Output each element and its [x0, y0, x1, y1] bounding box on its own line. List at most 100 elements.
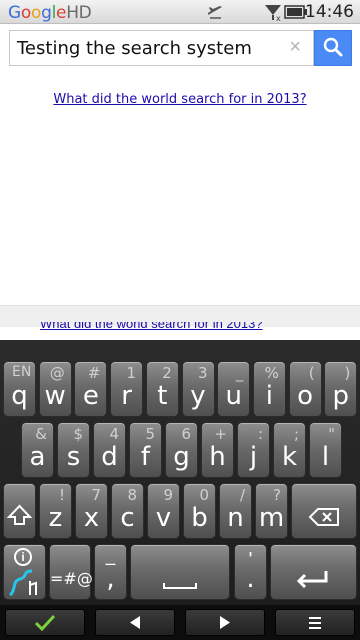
key-alt-char: 4 — [109, 425, 119, 443]
shift-key[interactable] — [3, 483, 36, 539]
key-alt-char: 2 — [162, 364, 172, 382]
key-char: f — [140, 442, 151, 472]
key-n[interactable]: / n — [219, 483, 252, 539]
language-label: EN — [12, 364, 32, 380]
key-char: x — [83, 503, 100, 533]
key-w[interactable]: @ w — [38, 361, 72, 417]
key-u[interactable]: _ u — [217, 361, 251, 417]
key-char: m — [258, 503, 285, 533]
shift-arrow-icon — [6, 504, 33, 525]
key-x[interactable]: 7x — [75, 483, 108, 539]
key-s[interactable]: $ s — [57, 422, 90, 478]
trend-link-clipped: What did the world search for in 2013? — [40, 322, 263, 330]
key-a[interactable]: & a — [21, 422, 54, 478]
done-button[interactable] — [5, 609, 85, 636]
cursor-right-button[interactable] — [185, 609, 265, 636]
key-alt-char: " — [328, 425, 335, 443]
key-char: h — [209, 442, 226, 472]
key-char: b — [191, 503, 208, 533]
key-char: c — [120, 503, 135, 533]
key-b[interactable]: 0b — [183, 483, 216, 539]
key-char: s — [66, 442, 81, 472]
key-l[interactable]: " l — [309, 422, 342, 478]
key-char: k — [281, 442, 298, 472]
key-alt-char: ? — [273, 486, 281, 504]
key-v[interactable]: 9v — [147, 483, 180, 539]
comma-key[interactable]: – , — [94, 544, 127, 600]
key-alt-char: ( — [308, 364, 315, 382]
backspace-key[interactable] — [291, 483, 357, 539]
trend-link[interactable]: What did the world search for in 2013? — [0, 92, 360, 107]
key-alt-char: ! — [58, 486, 65, 504]
key-alt-char: 5 — [145, 425, 155, 443]
key-char: y — [190, 381, 206, 411]
menu-button[interactable] — [275, 609, 355, 636]
key-g[interactable]: 6g — [165, 422, 198, 478]
key-alt-char: ; — [293, 425, 299, 443]
key-z[interactable]: ! z — [39, 483, 72, 539]
key-alt-char: ) — [344, 364, 351, 382]
key-q[interactable]: EN q — [3, 361, 36, 417]
key-d[interactable]: 4d — [93, 422, 126, 478]
search-input[interactable]: Testing the search system × — [9, 30, 314, 66]
key-char: g — [173, 442, 190, 472]
symbols-key[interactable]: =#@ — [49, 544, 93, 600]
key-f[interactable]: 5f — [129, 422, 162, 478]
key-char: l — [321, 442, 330, 472]
info-icon: i — [14, 548, 32, 566]
key-k[interactable]: ; k — [273, 422, 306, 478]
key-char: a — [29, 442, 46, 472]
enter-icon — [296, 571, 328, 589]
key-char: d — [101, 442, 118, 472]
key-alt-char: $ — [73, 425, 83, 443]
key-char: z — [48, 503, 63, 533]
key-j[interactable]: :j — [237, 422, 270, 478]
space-icon — [163, 583, 197, 589]
key-char: u — [225, 381, 242, 411]
key-i[interactable]: % i — [252, 361, 286, 417]
key-alt-char: 0 — [199, 486, 209, 504]
key-alt-char: 8 — [127, 486, 137, 504]
key-alt-char: 7 — [91, 486, 101, 504]
key-e[interactable]: # e — [74, 361, 108, 417]
period-key[interactable]: ' . — [234, 544, 267, 600]
key-h[interactable]: + h — [201, 422, 234, 478]
key-alt-char: 1 — [126, 364, 137, 382]
key-alt-char: 6 — [181, 425, 191, 443]
key-alt-char: & — [35, 425, 47, 443]
virtual-keyboard: EN q @ w # e 1 r 2 t 3 y _ u% i(o) p & a $ s 4 d 5 f 6 g + h: j; k " l… — [0, 340, 360, 640]
space-key[interactable] — [130, 544, 230, 600]
key-alt-char: % — [264, 364, 279, 382]
menu-icon — [309, 617, 321, 629]
swype-key[interactable]: i — [3, 544, 46, 600]
key-p[interactable]: ) p — [324, 361, 358, 417]
arrow-right-icon — [220, 616, 230, 629]
key-r[interactable]: 1r — [110, 361, 144, 417]
key-char: r — [121, 381, 132, 411]
search-button[interactable] — [314, 30, 352, 66]
key-char: p — [332, 381, 350, 411]
key-o[interactable]: (o — [288, 361, 322, 417]
key-y[interactable]: 3y — [181, 361, 215, 417]
key-m[interactable]: ? m — [255, 483, 288, 539]
clear-icon[interactable]: × — [289, 36, 301, 59]
key-alt-char: _ — [235, 364, 244, 382]
backspace-icon — [308, 508, 339, 526]
key-alt-char: : — [257, 425, 263, 443]
key-alt-char: 3 — [197, 364, 208, 382]
swype-icon — [8, 569, 37, 597]
key-alt-char: # — [87, 364, 101, 382]
key-c[interactable]: 8c — [111, 483, 144, 539]
enter-key[interactable] — [270, 544, 357, 600]
clock: 14:46 — [305, 2, 354, 22]
key-alt-char: @ — [49, 364, 65, 382]
key-char: e — [82, 381, 99, 411]
checkmark-icon — [34, 614, 56, 632]
key-alt-char: 9 — [163, 486, 173, 504]
search-query-text: Testing the search system — [17, 38, 252, 59]
cursor-left-button[interactable] — [95, 609, 175, 636]
key-char: n — [227, 503, 244, 533]
key-alt-char: / — [239, 486, 245, 504]
key-t[interactable]: 2t — [145, 361, 179, 417]
brand-logo: GoogleHD — [8, 3, 92, 23]
